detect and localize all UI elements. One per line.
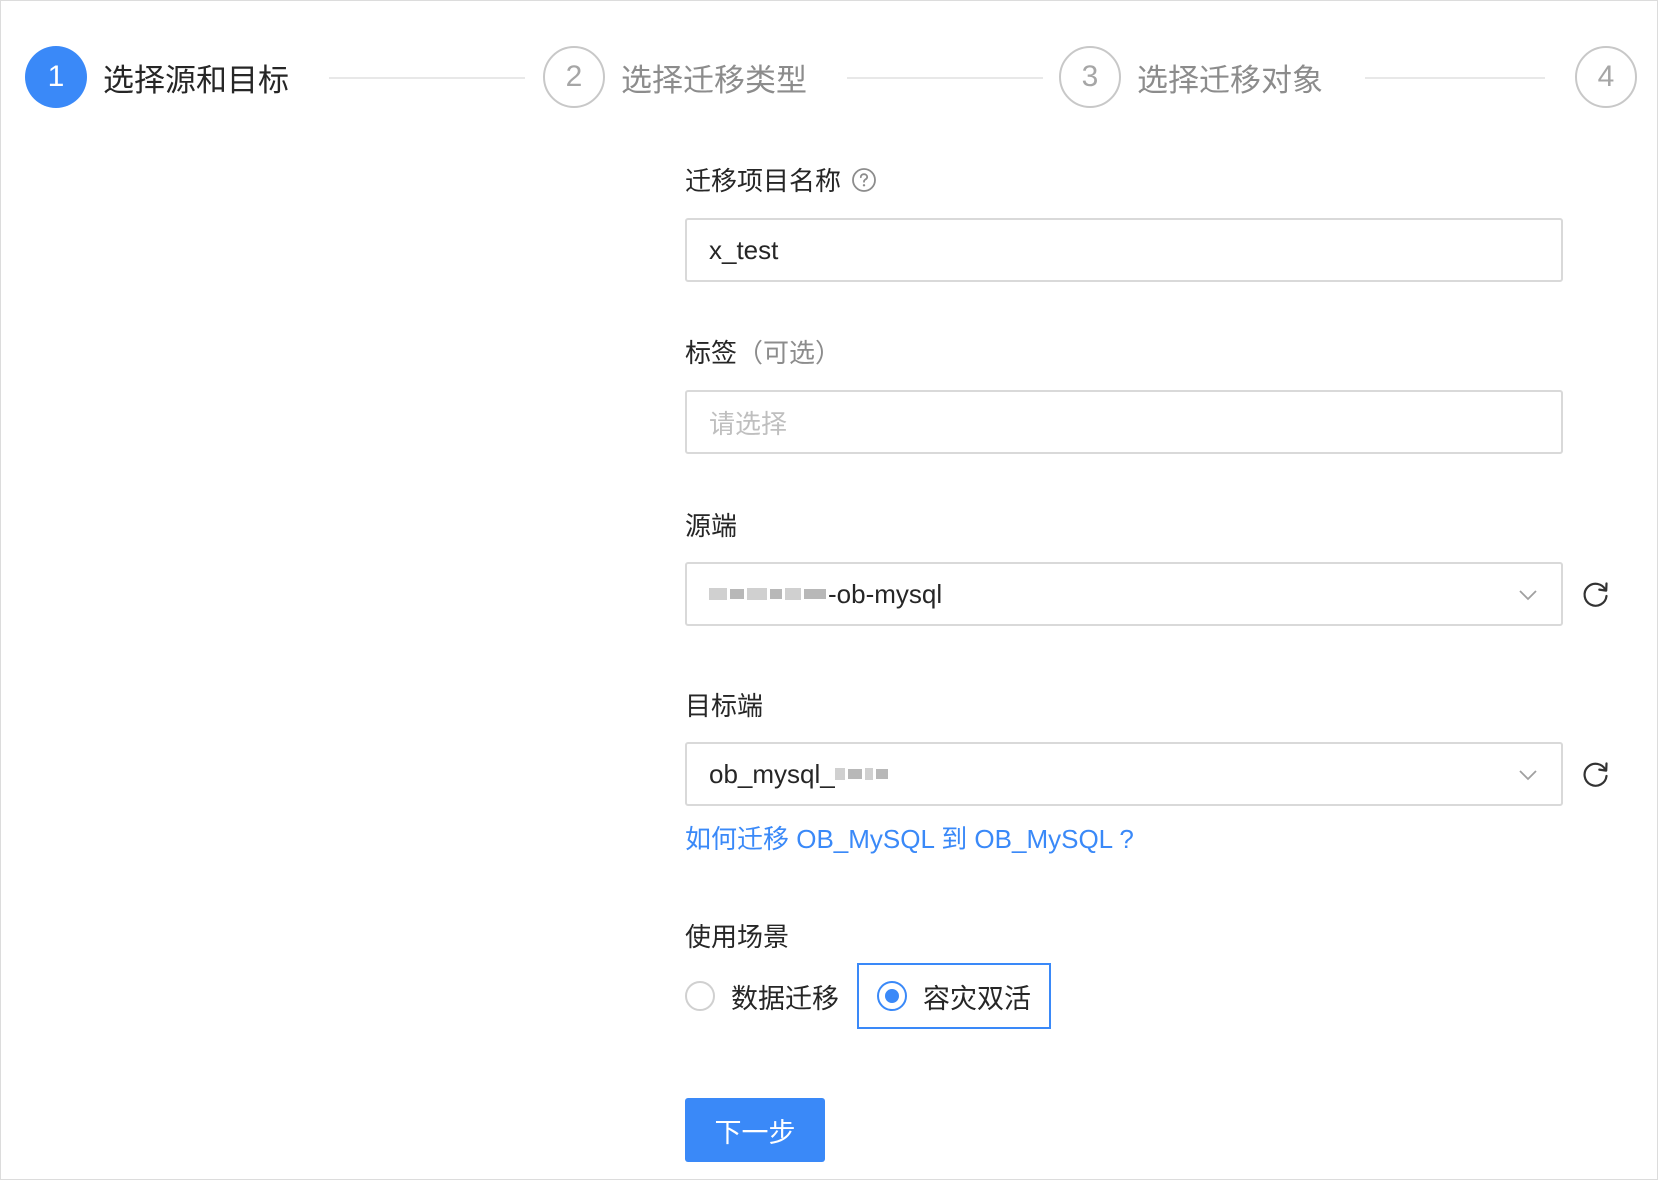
radio-circle-checked[interactable] [877,981,907,1011]
scenario-label: 使用场景 [685,923,790,953]
step-3: 3 选择迁移对象 [1059,45,1323,109]
step-4-number: 4 [1575,46,1637,108]
source-select[interactable]: -ob-mysql [685,562,1563,626]
step-connector [1365,77,1545,79]
step-2-number: 2 [543,46,605,108]
step-4: 4 [1575,45,1653,109]
target-select-value: ob_mysql_ [709,758,835,789]
scenario-radio-group: 数据迁移 容灾双活 [685,963,1051,1029]
project-name-input[interactable]: x_test [685,218,1563,282]
redacted-text [709,588,826,600]
page-frame: 1 选择源和目标 2 选择迁移类型 3 选择迁移对象 4 迁移项目名称 x_te… [0,0,1658,1180]
step-connector [329,77,525,79]
source-label: 源端 [685,512,738,542]
radio-data-migration[interactable]: 数据迁移 [685,963,839,1029]
radio-data-migration-label: 数据迁移 [731,983,839,1015]
step-3-number: 3 [1059,46,1121,108]
step-2-title: 选择迁移类型 [621,62,807,99]
step-1: 1 选择源和目标 [25,45,289,109]
chevron-down-icon[interactable] [1517,584,1539,606]
tags-select[interactable]: 请选择 [685,390,1563,454]
step-2: 2 选择迁移类型 [543,45,807,109]
redacted-text [834,768,888,780]
target-label: 目标端 [685,692,764,722]
source-select-value: -ob-mysql [828,578,943,609]
question-circle-icon[interactable] [851,167,877,193]
radio-disaster-recovery-label: 容灾双活 [923,983,1031,1015]
steps-bar: 1 选择源和目标 2 选择迁移类型 3 选择迁移对象 4 [25,45,1657,109]
refresh-icon[interactable] [1581,759,1611,789]
tags-label: 标签 （可选） [685,333,841,370]
step-1-title: 选择源和目标 [103,62,289,99]
tags-label-text: 标签 [685,339,738,369]
project-name-label: 迁移项目名称 [685,161,877,198]
next-step-button[interactable]: 下一步 [685,1098,825,1162]
step-1-number: 1 [25,46,87,108]
step-connector [847,77,1043,79]
project-name-label-text: 迁移项目名称 [685,167,842,197]
radio-disaster-recovery[interactable]: 容灾双活 [857,963,1051,1029]
step-3-title: 选择迁移对象 [1137,62,1323,99]
migration-doc-link[interactable]: 如何迁移 OB_MySQL 到 OB_MySQL ? [685,819,1134,856]
refresh-icon[interactable] [1581,579,1611,609]
radio-circle[interactable] [685,981,715,1011]
tags-optional-hint: （可选） [737,339,842,369]
target-select[interactable]: ob_mysql_ [685,742,1563,806]
chevron-down-icon[interactable] [1517,764,1539,786]
